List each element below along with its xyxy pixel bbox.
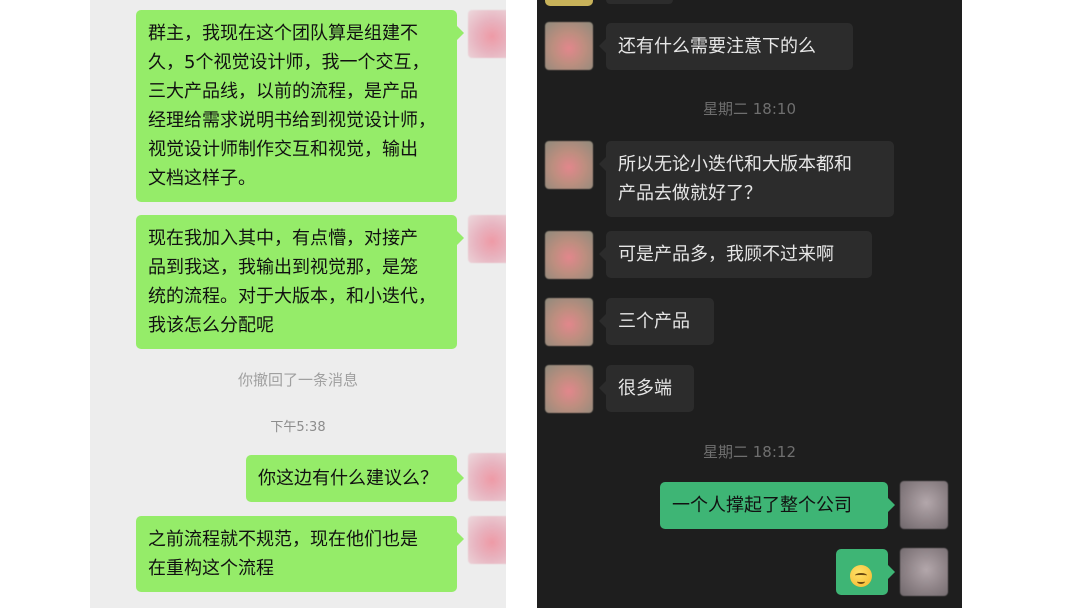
avatar[interactable] bbox=[900, 481, 948, 529]
avatar[interactable] bbox=[545, 22, 593, 70]
message-text: 可是产品多，我顾不过来啊 bbox=[618, 244, 834, 265]
message-text: 很多端 bbox=[618, 378, 672, 399]
avatar[interactable] bbox=[545, 365, 593, 413]
message-text: 所以无论小迭代和大版本都和 产品去做就好了？ bbox=[618, 154, 852, 204]
message-bubble-sent[interactable] bbox=[836, 549, 895, 595]
message-text: 三个产品 bbox=[618, 311, 690, 332]
avatar-partial bbox=[545, 0, 593, 6]
avatar[interactable] bbox=[468, 10, 506, 58]
message-text: 一个人撑起了整个公司 bbox=[672, 495, 852, 516]
message-bubble-received[interactable]: 可是产品多，我顾不过来啊 bbox=[599, 231, 872, 278]
timestamp: 下午5:38 bbox=[270, 420, 326, 435]
message-text: 群主，我现在这个团队算是组建不 久，5个视觉设计师，我一个交互， 三大产品线，以… bbox=[148, 23, 436, 189]
message-bubble-partial bbox=[606, 0, 673, 4]
message-text: 之前流程就不规范，现在他们也是 在重构这个流程 bbox=[148, 529, 418, 579]
recall-notice: 你撤回了一条消息 bbox=[237, 371, 358, 389]
avatar[interactable] bbox=[468, 215, 506, 263]
message-bubble-sent[interactable]: 现在我加入其中，有点懵，对接产 品到我这，我输出到视觉那，是笼 统的流程。对于大… bbox=[136, 215, 464, 349]
message-bubble-received[interactable]: 还有什么需要注意下的么 bbox=[599, 23, 853, 70]
avatar[interactable] bbox=[545, 298, 593, 346]
message-bubble-sent[interactable]: 一个人撑起了整个公司 bbox=[660, 482, 895, 529]
message-bubble-received[interactable]: 很多端 bbox=[599, 365, 694, 412]
avatar[interactable] bbox=[545, 231, 593, 279]
avatar[interactable] bbox=[900, 548, 948, 596]
message-bubble-received[interactable]: 所以无论小迭代和大版本都和 产品去做就好了？ bbox=[599, 141, 894, 217]
chat-panel-light: 群主，我现在这个团队算是组建不 久，5个视觉设计师，我一个交互， 三大产品线，以… bbox=[90, 0, 506, 608]
message-bubble-sent[interactable]: 你这边有什么建议么？ bbox=[246, 455, 464, 502]
message-text: 还有什么需要注意下的么 bbox=[618, 36, 816, 57]
smiling-face-emoji-icon bbox=[850, 565, 872, 587]
message-bubble-received[interactable]: 三个产品 bbox=[599, 298, 714, 345]
message-bubble-sent[interactable]: 群主，我现在这个团队算是组建不 久，5个视觉设计师，我一个交互， 三大产品线，以… bbox=[136, 10, 464, 202]
avatar[interactable] bbox=[545, 141, 593, 189]
chat-panel-dark: 还有什么需要注意下的么 星期二 18:10 所以无论小迭代和大版本都和 产品去做… bbox=[537, 0, 962, 608]
message-text: 你这边有什么建议么？ bbox=[258, 468, 438, 489]
message-text: 现在我加入其中，有点懵，对接产 品到我这，我输出到视觉那，是笼 统的流程。对于大… bbox=[148, 228, 436, 336]
timestamp: 星期二 18:10 bbox=[703, 100, 796, 118]
avatar[interactable] bbox=[468, 516, 506, 564]
message-bubble-sent[interactable]: 之前流程就不规范，现在他们也是 在重构这个流程 bbox=[136, 516, 464, 592]
timestamp: 星期二 18:12 bbox=[703, 443, 796, 461]
avatar[interactable] bbox=[468, 453, 506, 501]
